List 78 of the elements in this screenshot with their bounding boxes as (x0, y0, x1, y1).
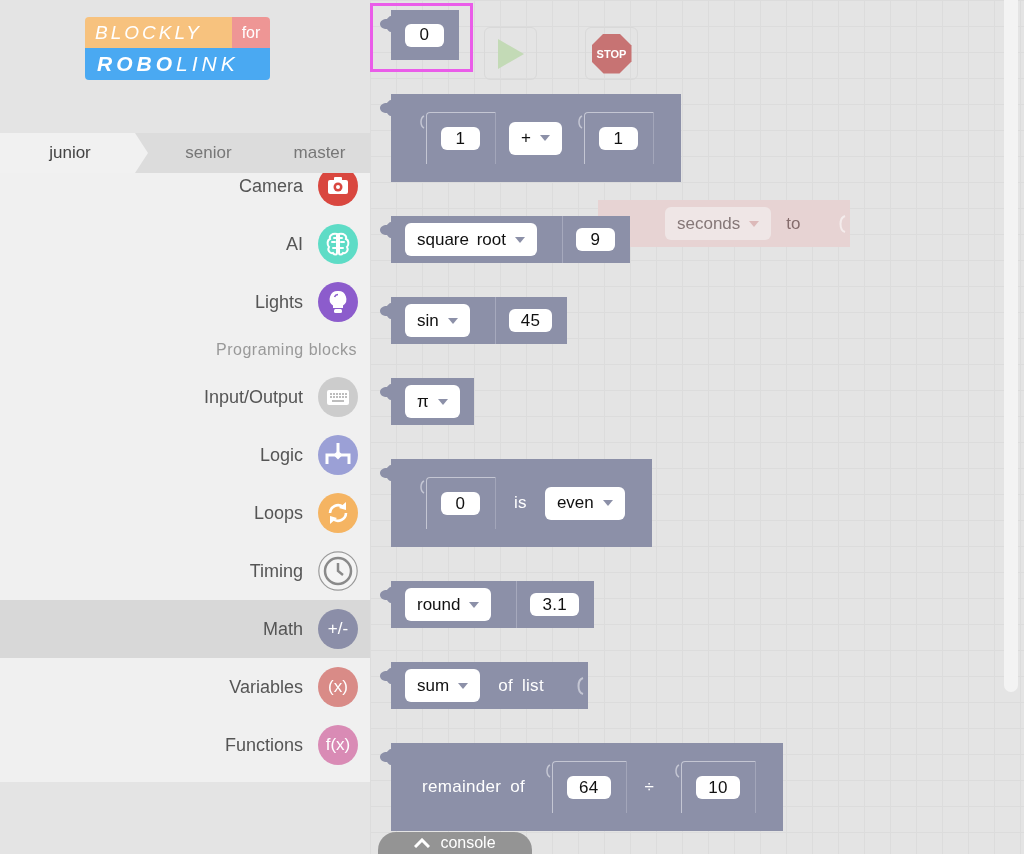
caret-icon (469, 601, 480, 608)
dropdown[interactable]: even (544, 486, 625, 520)
notch-icon (838, 214, 846, 233)
block-label: remainder of (421, 777, 527, 797)
math-block[interactable]: square root 9 (380, 216, 630, 263)
tab-connector-icon (380, 668, 391, 684)
tab-connector-icon (380, 749, 391, 765)
math-block[interactable]: 1 + 1 (380, 94, 681, 182)
caret-icon (602, 500, 613, 506)
caret-icon (539, 135, 550, 141)
block-label: of list (497, 675, 545, 696)
math-block[interactable]: π (380, 378, 474, 425)
tab-connector-icon (380, 303, 391, 319)
tab-connector-icon (380, 100, 391, 116)
logo-banner: BLOCKLY (85, 17, 232, 48)
dropdown[interactable]: π (405, 385, 460, 418)
math-block[interactable]: remainder of 64 ÷ 10 (380, 743, 783, 831)
notch-icon (575, 676, 584, 695)
block-label: to (786, 213, 801, 234)
notch-icon (419, 480, 425, 494)
caret-icon (458, 682, 469, 689)
math-block[interactable]: 0 is even (380, 459, 652, 547)
section-heading: Programing blocks (215, 339, 358, 360)
category-item[interactable]: AI (0, 215, 370, 273)
category-badge: (x) (318, 667, 358, 707)
category-badge: +/- (318, 609, 358, 649)
logo-banner: ROBOLINK (85, 48, 270, 80)
play-icon (497, 38, 524, 69)
number-field[interactable]: 1 (441, 127, 480, 150)
dropdown[interactable]: sin (405, 304, 470, 337)
notch-icon (674, 764, 681, 778)
block-label: is (513, 493, 528, 513)
category-item[interactable]: Lights (0, 273, 370, 331)
dropdown[interactable]: round (405, 588, 492, 621)
category-badge: f(x) (318, 725, 358, 765)
dropdown[interactable]: square root (405, 223, 537, 256)
dropdown[interactable]: sum (405, 669, 481, 702)
tab-connector-icon (380, 222, 391, 238)
category-item[interactable]: Math +/- (0, 600, 370, 658)
dropdown[interactable]: seconds (665, 207, 772, 240)
caret-icon (515, 236, 525, 243)
category-item[interactable]: Timing (0, 542, 370, 600)
tab-connector-icon (380, 384, 391, 400)
math-block[interactable]: sin 45 (380, 297, 568, 344)
chevron-up-icon (414, 838, 431, 848)
math-block[interactable]: round 3.1 (380, 581, 595, 628)
tab-connector-icon (380, 465, 391, 481)
number-field[interactable]: 0 (405, 23, 444, 47)
number-field[interactable]: 45 (508, 309, 553, 332)
stop-sign: STOP (591, 33, 632, 74)
notch-icon (545, 764, 552, 778)
number-field[interactable]: 0 (441, 492, 480, 515)
category-item[interactable]: Variables (x) (0, 658, 370, 716)
number-field[interactable]: 3.1 (530, 593, 580, 616)
logo-tag: for (232, 17, 270, 48)
notch-icon (576, 115, 583, 129)
category-item[interactable]: Loops (0, 484, 370, 542)
math-block[interactable]: 0 (380, 10, 459, 60)
category-item[interactable]: Input/Output (0, 368, 370, 426)
caret-icon (749, 220, 760, 227)
statement-block[interactable]: seconds to (598, 200, 850, 247)
tab-connector-icon (380, 587, 391, 603)
number-field[interactable]: 10 (696, 776, 740, 799)
math-block[interactable]: sum of list (380, 662, 588, 709)
category-item[interactable]: Functions f(x) (0, 716, 370, 774)
dropdown[interactable]: + (509, 121, 562, 155)
category-item[interactable]: Logic (0, 426, 370, 484)
block-label: ÷ (643, 777, 656, 797)
number-field[interactable]: 1 (598, 127, 638, 150)
number-field[interactable]: 9 (576, 228, 615, 251)
caret-icon (437, 398, 448, 405)
run-button[interactable] (484, 27, 537, 80)
caret-icon (447, 317, 458, 324)
number-field[interactable]: 64 (567, 776, 611, 799)
tab-connector-icon (380, 16, 391, 32)
notch-icon (419, 115, 425, 129)
category-item[interactable]: Camera (0, 173, 370, 215)
level-tab[interactable]: junior (0, 133, 148, 173)
